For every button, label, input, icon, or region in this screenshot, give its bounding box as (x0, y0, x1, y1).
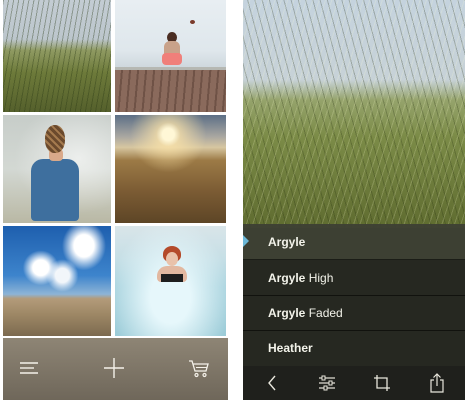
store-button[interactable] (187, 356, 211, 380)
gallery-screen (0, 0, 228, 400)
back-button[interactable] (261, 372, 283, 394)
filter-item[interactable]: Heather (243, 330, 465, 365)
menu-icon (20, 362, 38, 374)
plus-icon (104, 358, 124, 378)
add-photo-button[interactable] (102, 356, 126, 380)
photo-dock-girl[interactable] (115, 0, 226, 112)
editor-toolbar (243, 366, 465, 400)
photo-sunset-field[interactable] (115, 115, 226, 223)
photo-mountains-sky[interactable] (3, 226, 111, 336)
filter-list: Argyle Argyle High Argyle Faded Heather (243, 224, 465, 366)
photo-preview (243, 0, 465, 228)
bird-figure (190, 20, 195, 24)
share-button[interactable] (426, 372, 448, 394)
dock-decoration (115, 70, 226, 112)
share-icon (430, 373, 444, 393)
photo-pinecone-man[interactable] (3, 115, 111, 223)
photo-grass[interactable] (3, 0, 111, 112)
bottom-toolbar (3, 338, 228, 400)
filter-label: Argyle (268, 234, 306, 249)
crop-button[interactable] (371, 372, 393, 394)
menu-button[interactable] (17, 356, 41, 380)
editor-screen: Argyle Argyle High Argyle Faded Heather (243, 0, 465, 400)
selected-indicator (243, 235, 249, 247)
filter-label: Argyle Faded (268, 305, 343, 320)
adjust-icon (319, 375, 335, 391)
filter-item[interactable]: Argyle Faded (243, 295, 465, 331)
bather-figure (157, 246, 187, 292)
filter-item[interactable]: Argyle High (243, 260, 465, 296)
adjust-button[interactable] (316, 372, 338, 394)
cart-icon (189, 360, 209, 378)
back-icon (268, 375, 276, 391)
photo-bather[interactable] (115, 226, 226, 336)
filter-label: Heather (268, 340, 313, 355)
man-figure (29, 125, 85, 223)
filter-item[interactable]: Argyle (243, 224, 465, 260)
girl-figure (162, 32, 182, 68)
crop-icon (374, 375, 390, 391)
filter-label: Argyle High (268, 270, 334, 285)
